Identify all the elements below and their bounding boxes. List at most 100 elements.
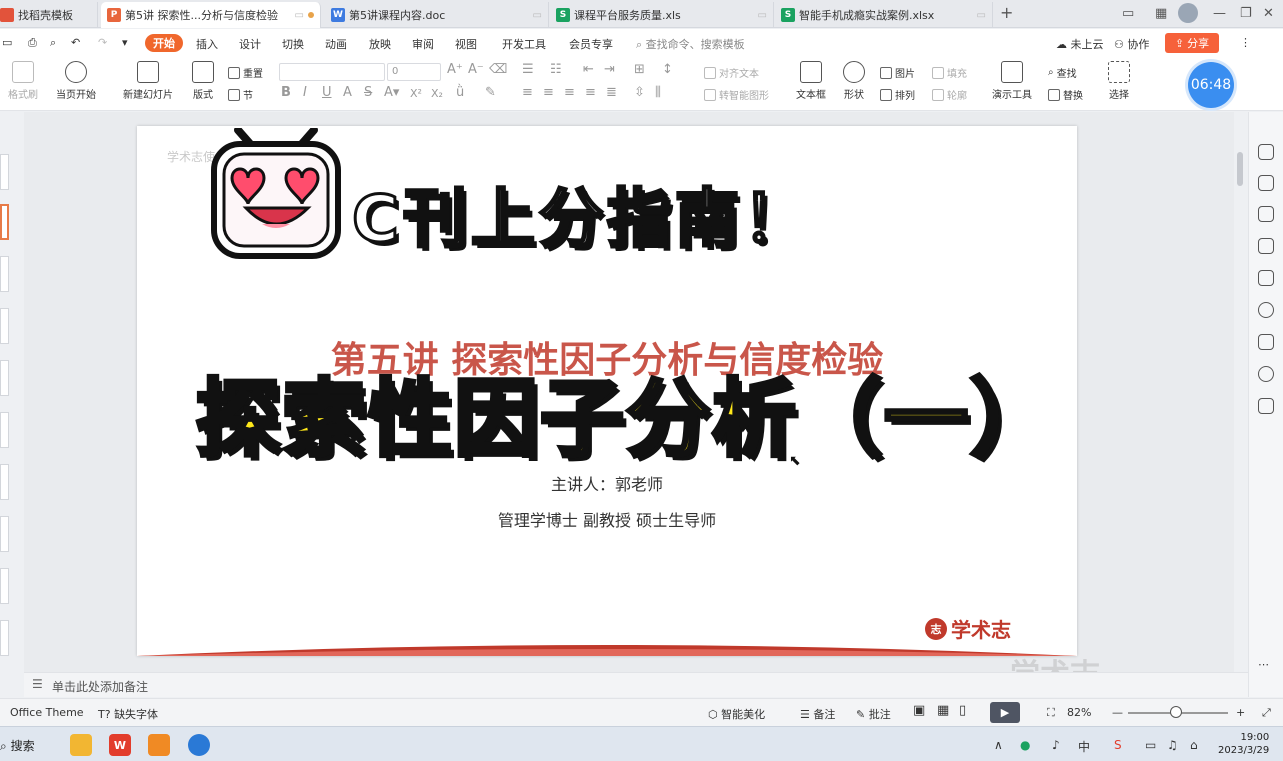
star-icon[interactable] xyxy=(1258,206,1274,222)
screen-icon[interactable]: ▭ xyxy=(295,10,304,21)
redo-icon[interactable]: ↷ xyxy=(98,36,107,49)
shadow-icon[interactable]: A xyxy=(343,85,352,100)
shape-button[interactable]: 形状 xyxy=(843,61,865,101)
collaborate-button[interactable]: ⚇ 协作 xyxy=(1114,36,1149,52)
picture-button[interactable]: 图片 xyxy=(880,65,915,80)
slide-speaker[interactable]: 主讲人：郭老师 xyxy=(137,471,1077,495)
sliders-icon[interactable] xyxy=(1258,175,1274,191)
more-icon[interactable]: ⋯ xyxy=(1258,658,1274,674)
screen-icon[interactable]: ▭ xyxy=(977,10,986,21)
avatar[interactable] xyxy=(1178,3,1198,23)
slide-thumbnail[interactable] xyxy=(0,464,9,500)
font-size-down-icon[interactable]: A⁻ xyxy=(468,62,484,77)
slide-thumbnail-selected[interactable] xyxy=(0,204,9,240)
find-button[interactable]: ⌕ 查找 xyxy=(1048,65,1077,80)
slide-sorter-icon[interactable]: ▦ xyxy=(937,703,949,718)
vertical-scrollbar[interactable] xyxy=(1234,112,1246,672)
smart-convert-button[interactable]: 转智能图形 xyxy=(704,87,769,102)
restore-icon[interactable]: ❐ xyxy=(1240,6,1252,21)
minimize-icon[interactable]: — xyxy=(1213,6,1226,21)
play-from-current-button[interactable]: 当页开始 xyxy=(56,61,96,101)
text-direction-icon[interactable]: ⊞ xyxy=(634,62,645,77)
replace-button[interactable]: 替换 xyxy=(1048,87,1083,102)
slide-thumbnail[interactable] xyxy=(0,568,9,604)
tab-transitions[interactable]: 切换 xyxy=(282,36,304,52)
zoom-in-icon[interactable]: + xyxy=(1236,706,1245,719)
ime-language[interactable]: 中 xyxy=(1078,738,1090,755)
book-icon[interactable] xyxy=(1258,334,1274,350)
volume-icon[interactable]: ♫ xyxy=(1167,738,1178,752)
distribute-icon[interactable]: ≣ xyxy=(606,85,617,100)
tab-spreadsheet-1[interactable]: S 课程平台服务质量.xls ▭ xyxy=(550,2,774,28)
tab-word-doc[interactable]: W 第5讲课程内容.doc ▭ xyxy=(325,2,549,28)
outline-button[interactable]: 轮廓 xyxy=(932,87,967,102)
smart-beautify-button[interactable]: ⬡ 智能美化 xyxy=(708,706,765,722)
rocket-icon[interactable] xyxy=(1258,144,1274,160)
line-spacing-icon[interactable]: ↕ xyxy=(662,62,673,77)
italic-icon[interactable]: I xyxy=(303,85,307,100)
tab-animations[interactable]: 动画 xyxy=(325,36,347,52)
tab-active-presentation[interactable]: P 第5讲 探索性...分析与信度检验 ▭ xyxy=(101,2,321,28)
presentation-tools-button[interactable]: 演示工具 xyxy=(992,61,1032,101)
missing-fonts-button[interactable]: T? 缺失字体 xyxy=(98,706,158,722)
slide-thumbnail[interactable] xyxy=(0,412,9,448)
section-button[interactable]: 节 xyxy=(228,87,253,102)
tab-slideshow[interactable]: 放映 xyxy=(369,36,391,52)
reset-button[interactable]: 重置 xyxy=(228,65,263,80)
highlight-icon[interactable]: ✎ xyxy=(485,85,496,100)
font-size-select[interactable]: 0 xyxy=(387,63,441,81)
indent-increase-icon[interactable]: ⇥ xyxy=(604,62,615,77)
new-tab-icon[interactable]: + xyxy=(1000,3,1013,22)
screen-icon[interactable]: ▭ xyxy=(758,10,767,21)
textbox-button[interactable]: 文本框 xyxy=(796,61,826,101)
recording-timer[interactable]: 06:48 xyxy=(1188,62,1234,108)
phonetic-icon[interactable]: ǜ xyxy=(456,85,464,100)
tab-home[interactable]: 开始 xyxy=(145,34,183,52)
paragraph-spacing-icon[interactable]: ⇳ xyxy=(634,85,645,100)
zoom-slider-knob[interactable] xyxy=(1170,706,1182,718)
notes-toggle-icon[interactable]: ☰ xyxy=(32,677,43,691)
quick-access-more-icon[interactable]: ▾ xyxy=(122,36,128,49)
undo-icon[interactable]: ↶ xyxy=(71,36,80,49)
help-icon[interactable] xyxy=(1258,366,1274,382)
tab-insert[interactable]: 插入 xyxy=(196,36,218,52)
wps-office-icon[interactable]: W xyxy=(109,734,131,756)
slide-thumbnail[interactable] xyxy=(0,308,9,344)
zoom-out-icon[interactable]: — xyxy=(1112,706,1123,719)
align-text-button[interactable]: 对齐文本 xyxy=(704,65,759,80)
taskbar-search[interactable]: ⌕ 搜索 xyxy=(0,737,35,754)
underline-icon[interactable]: U xyxy=(322,85,332,100)
cube-icon[interactable] xyxy=(1258,398,1274,414)
tab-member[interactable]: 会员专享 xyxy=(569,36,613,52)
tab-review[interactable]: 审阅 xyxy=(412,36,434,52)
tab-design[interactable]: 设计 xyxy=(239,36,261,52)
layout-button[interactable]: 版式 xyxy=(192,61,214,101)
expand-icon[interactable]: ⤢ xyxy=(1262,706,1271,720)
align-right-icon[interactable]: ≡ xyxy=(564,85,575,100)
align-center-icon[interactable]: ≡ xyxy=(543,85,554,100)
share-button[interactable]: ⇪ 分享 xyxy=(1165,33,1219,53)
wps-tray-icon[interactable]: S xyxy=(1114,738,1122,752)
tray-expand-icon[interactable]: ∧ xyxy=(994,738,1003,752)
slide-thumbnail[interactable] xyxy=(0,154,9,190)
bullets-icon[interactable]: ☰ xyxy=(522,62,534,77)
align-left-icon[interactable]: ≡ xyxy=(522,85,533,100)
fill-button[interactable]: 填充 xyxy=(932,65,967,80)
zoom-level[interactable]: 82% xyxy=(1067,706,1091,719)
menu-toggle-icon[interactable]: ▭ xyxy=(2,36,12,49)
file-explorer-icon[interactable] xyxy=(70,734,92,756)
tab-template-store[interactable]: 找稻壳模板 xyxy=(0,2,98,28)
font-color-icon[interactable]: A▾ xyxy=(384,85,399,100)
notes-placeholder[interactable]: 单击此处添加备注 xyxy=(52,678,148,695)
network-icon[interactable]: ⌂ xyxy=(1190,738,1198,752)
column-icon[interactable]: ⫼ xyxy=(655,85,661,100)
image-settings-icon[interactable] xyxy=(1258,270,1274,286)
cloud-status[interactable]: ☁ 未上云 xyxy=(1056,36,1104,52)
notes-pane[interactable]: ☰ 单击此处添加备注 xyxy=(24,672,1248,697)
location-icon[interactable] xyxy=(1258,302,1274,318)
format-painter-button[interactable]: 格式刷 xyxy=(8,61,38,101)
numbering-icon[interactable]: ☷ xyxy=(550,62,562,77)
grid-icon[interactable]: ▦ xyxy=(1155,6,1167,21)
slide-thumbnail[interactable] xyxy=(0,620,9,656)
close-icon[interactable]: ✕ xyxy=(1263,6,1274,21)
